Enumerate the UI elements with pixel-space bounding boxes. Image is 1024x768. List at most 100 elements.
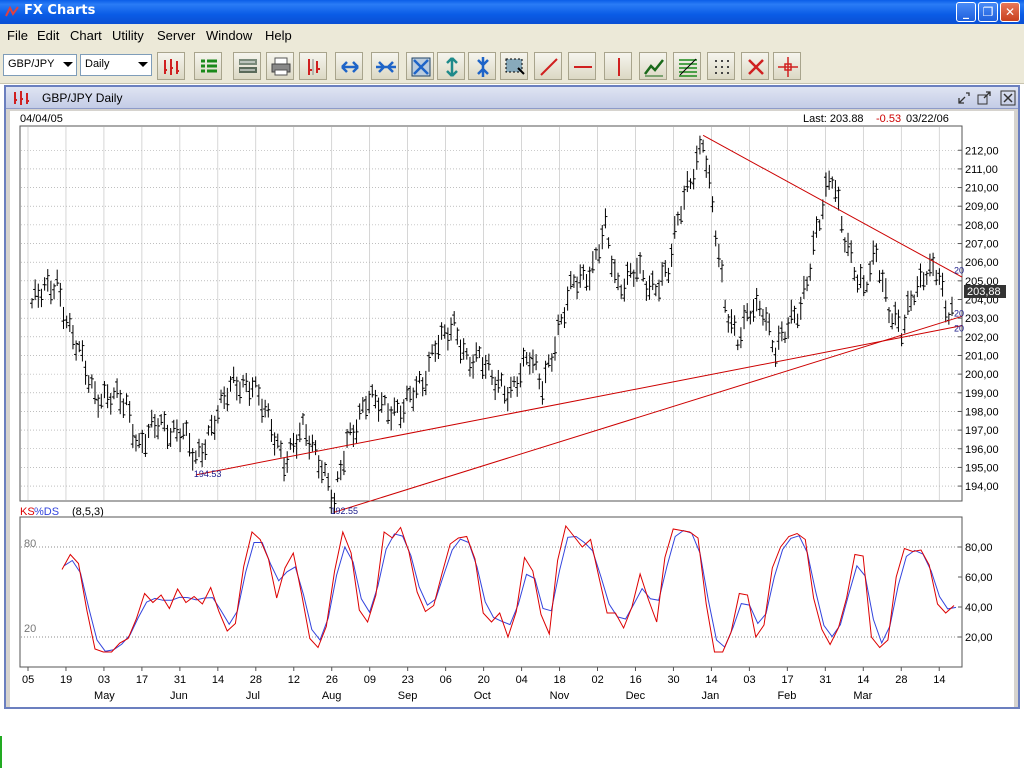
crosshair-button[interactable] — [773, 52, 801, 80]
date-axis: 05 19 03 17 31 14 28 12 26 09 23 06 20 04 18 02 16 30 14 03… — [22, 667, 945, 702]
last-price-label: Last: 203.88 — [803, 113, 864, 125]
symbol-select[interactable]: GBP/JPY — [3, 54, 77, 76]
period-select[interactable]: Daily — [80, 54, 152, 76]
restore-down-icon[interactable] — [956, 90, 972, 106]
trend-line-button[interactable] — [534, 52, 562, 80]
chart-area[interactable]: 04/04/05 Last: 203.88 -0.53 03/22/06 194… — [10, 111, 1014, 707]
month-label: Nov — [550, 690, 570, 702]
price-tick-label: 211,00 — [965, 164, 998, 176]
last-price-value: 203,88 — [967, 286, 1001, 298]
status-area — [0, 712, 1024, 768]
window-title: FX Charts — [24, 3, 96, 18]
maximize-icon[interactable] — [976, 90, 992, 106]
toolbar: GBP/JPY Daily — [0, 48, 1024, 84]
expand-vertical-button[interactable] — [437, 52, 465, 80]
month-label: Aug — [322, 690, 342, 702]
close-chart-icon[interactable] — [1000, 90, 1016, 106]
trendline-end-label: 20 — [954, 265, 964, 275]
trendline-end-label: 20 — [954, 308, 964, 318]
date-tick-label: 09 — [364, 674, 376, 686]
delete-icon — [748, 59, 764, 75]
arrows-vertical-icon — [446, 57, 458, 77]
stoch-80-label: 80 — [24, 538, 36, 550]
zoom-fit-button[interactable] — [406, 52, 434, 80]
price-tick-label: 212,00 — [965, 145, 999, 157]
month-label: Jul — [246, 690, 260, 702]
date-tick-label: 02 — [592, 674, 604, 686]
print-button[interactable] — [266, 52, 294, 80]
date-tick-label: 17 — [136, 674, 148, 686]
compress-horizontal-button[interactable] — [371, 52, 399, 80]
select-region-button[interactable] — [500, 52, 528, 80]
price-tick-label: 195,00 — [965, 462, 999, 474]
menu-utility[interactable]: Utility — [112, 28, 144, 43]
horizontal-line-icon — [574, 66, 592, 68]
ks-legend: KS — [20, 506, 35, 518]
price-tick-label: 201,00 — [965, 350, 999, 362]
price-tick-label: 210,00 — [965, 183, 999, 195]
horizontal-line-button[interactable] — [568, 52, 596, 80]
menu-chart[interactable]: Chart — [70, 28, 102, 43]
stoch-tick-label: 20,00 — [965, 632, 993, 644]
price-tick-label: 209,00 — [965, 201, 999, 213]
stoch-20-label: 20 — [24, 623, 36, 635]
month-label: Dec — [626, 690, 646, 702]
menu-server[interactable]: Server — [157, 28, 195, 43]
stoch-params: (8,5,3) — [72, 506, 104, 518]
bar-chart-button[interactable] — [157, 52, 185, 80]
ds-legend: %DS — [34, 506, 59, 518]
stoch-axis: 20,00 40,00 60,00 80,00 — [958, 542, 993, 644]
grid-button[interactable] — [707, 52, 735, 80]
grid-icon — [715, 60, 729, 74]
status-marker — [0, 736, 2, 768]
date-tick-label: 14 — [933, 674, 945, 686]
price-tick-label: 206,00 — [965, 257, 999, 269]
app-window: FX Charts _ ❐ ✕ File Edit Chart Utility … — [0, 0, 1024, 768]
date-tick-label: 23 — [402, 674, 414, 686]
date-tick-label: 14 — [705, 674, 717, 686]
chart-canvas[interactable]: 04/04/05 Last: 203.88 -0.53 03/22/06 194… — [10, 111, 1014, 707]
low-annotation-1: 194.53 — [194, 469, 222, 479]
chevron-down-icon — [138, 62, 148, 67]
close-button[interactable]: ✕ — [1000, 2, 1020, 22]
price-axis: 194,00 195,00 196,00 197,00 198,00 199,00 200,… — [958, 145, 999, 493]
price-change-label: -0.53 — [876, 113, 901, 125]
date-tick-label: 28 — [895, 674, 907, 686]
expand-horizontal-button[interactable] — [335, 52, 363, 80]
chart-end-date: 03/22/06 — [906, 113, 949, 125]
menu-help[interactable]: Help — [265, 28, 292, 43]
arrows-inward-icon — [376, 61, 396, 73]
indicator-button[interactable] — [639, 52, 667, 80]
chevron-down-icon — [63, 62, 73, 67]
menu-file[interactable]: File — [7, 28, 28, 43]
chart-window-title: GBP/JPY Daily — [42, 91, 123, 105]
bars-button[interactable] — [299, 52, 327, 80]
bar-chart-icon — [164, 59, 179, 75]
menu-window[interactable]: Window — [206, 28, 252, 43]
price-tick-label: 207,00 — [965, 239, 999, 251]
bars-icon — [308, 59, 320, 75]
symbol-select-value: GBP/JPY — [8, 58, 55, 70]
arrows-horizontal-icon — [341, 61, 359, 73]
minimize-button[interactable]: _ — [956, 2, 976, 22]
date-tick-label: 03 — [743, 674, 755, 686]
price-tick-label: 202,00 — [965, 332, 999, 344]
maximize-button[interactable]: ❐ — [978, 2, 998, 22]
chart-window-titlebar: GBP/JPY Daily — [6, 87, 1018, 109]
stoch-tick-label: 60,00 — [965, 572, 993, 584]
indicator-icon — [644, 59, 664, 77]
layout-button[interactable] — [233, 52, 261, 80]
date-tick-label: 19 — [60, 674, 72, 686]
app-logo-icon — [4, 4, 20, 20]
list-button[interactable] — [194, 52, 222, 80]
trendline-end-label: 20 — [954, 324, 964, 334]
menu-edit[interactable]: Edit — [37, 28, 59, 43]
delete-button[interactable] — [741, 52, 769, 80]
price-tick-label: 194,00 — [965, 481, 999, 493]
compress-vertical-button[interactable] — [468, 52, 496, 80]
vertical-line-button[interactable] — [604, 52, 632, 80]
fibonacci-button[interactable] — [673, 52, 701, 80]
date-tick-label: 17 — [781, 674, 793, 686]
title-bar: FX Charts _ ❐ ✕ — [0, 0, 1024, 24]
price-tick-label: 200,00 — [965, 369, 999, 381]
